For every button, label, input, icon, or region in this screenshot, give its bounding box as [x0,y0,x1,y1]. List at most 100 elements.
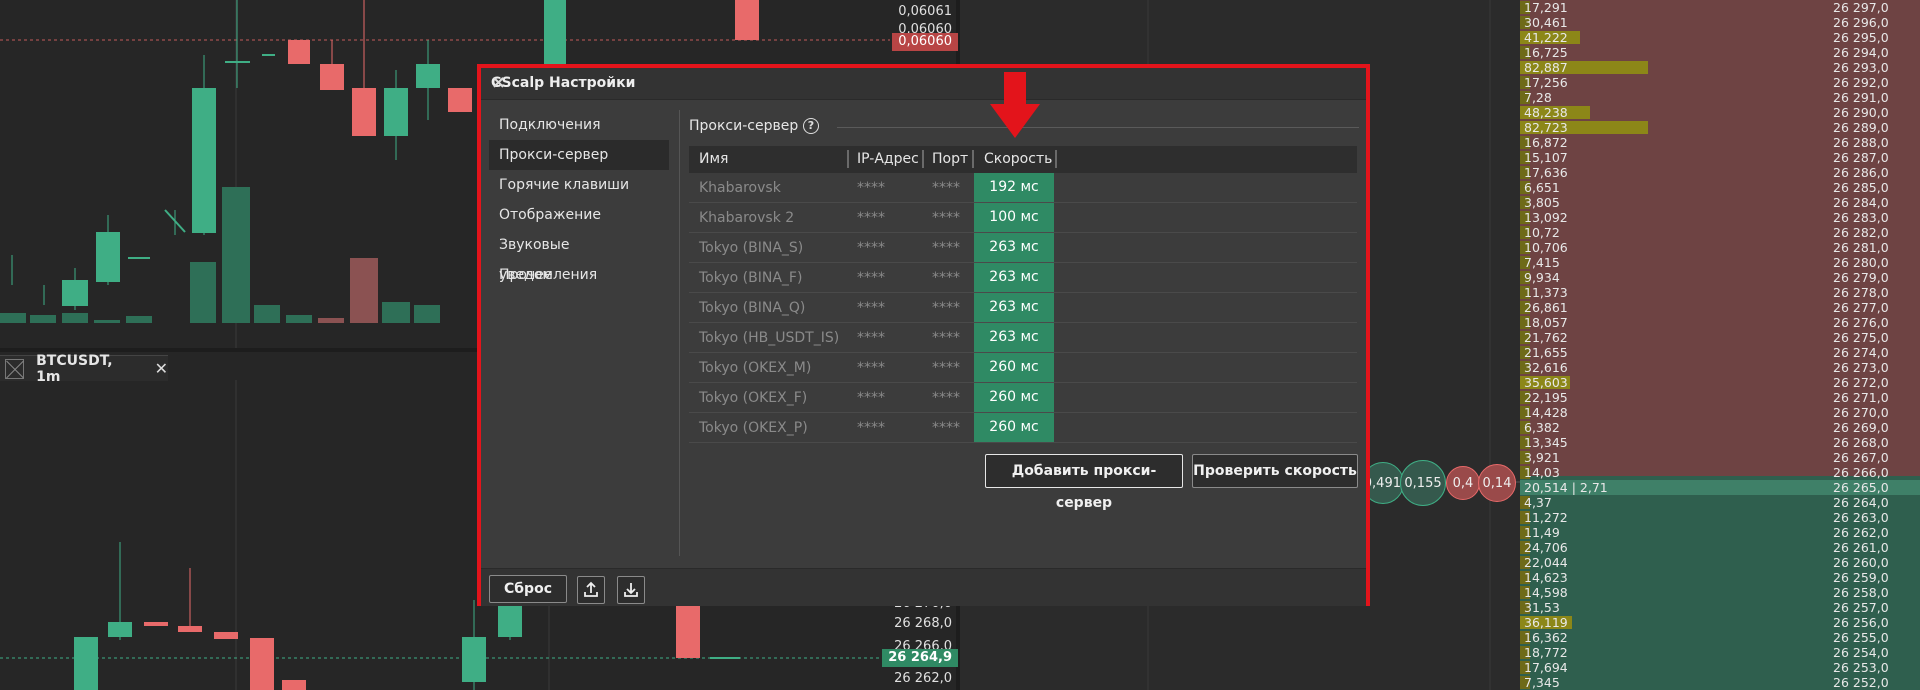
proxy-speed: 260 мс [974,413,1054,442]
order-book-row[interactable]: 3,921 26 267,0 [1520,450,1920,465]
order-book-row[interactable]: 32,616 26 273,0 [1520,360,1920,375]
export-button[interactable] [577,576,605,604]
order-volume: 48,238 [1524,105,1568,120]
table-row[interactable]: Tokyo (OKEX_P) **** **** 260 мс [689,413,1357,443]
proxy-speed: 263 мс [974,293,1054,322]
order-price: 26 288,0 [1833,135,1889,150]
order-price: 26 258,0 [1833,585,1889,600]
col-resize-handle[interactable] [1055,150,1057,168]
trade-bubble: 0,155 [1400,460,1446,506]
order-book-row[interactable]: 14,03 26 266,0 [1520,465,1920,480]
order-book-row[interactable]: 31,53 26 257,0 [1520,600,1920,615]
chart-close-box-icon[interactable] [5,358,25,379]
col-name[interactable]: Имя [699,151,728,167]
order-book-row[interactable]: 17,636 26 286,0 [1520,165,1920,180]
order-book-row[interactable]: 22,195 26 271,0 [1520,390,1920,405]
order-book-row[interactable]: 18,772 26 254,0 [1520,645,1920,660]
order-price: 26 283,0 [1833,210,1889,225]
order-book-row[interactable]: 14,598 26 258,0 [1520,585,1920,600]
order-book-row[interactable]: 7,28 26 291,0 [1520,90,1920,105]
col-resize-handle[interactable] [972,150,974,168]
nav-item-connections[interactable]: Подключения [489,110,669,140]
order-book-row[interactable]: 21,655 26 274,0 [1520,345,1920,360]
table-row[interactable]: Tokyo (BINA_S) **** **** 263 мс [689,233,1357,263]
order-book-row[interactable]: 22,044 26 260,0 [1520,555,1920,570]
order-book-row[interactable]: 10,72 26 282,0 [1520,225,1920,240]
order-book-row[interactable]: 3,805 26 284,0 [1520,195,1920,210]
order-book-row[interactable]: 13,345 26 268,0 [1520,435,1920,450]
order-book-row[interactable]: 17,694 26 253,0 [1520,660,1920,675]
order-book-row[interactable]: 20,514 | 2,71 26 265,0 [1520,480,1920,495]
nav-item-sound[interactable]: Звуковые уведомления [489,230,669,283]
table-row[interactable]: Khabarovsk **** **** 192 мс [689,173,1357,203]
table-row[interactable]: Tokyo (BINA_Q) **** **** 263 мс [689,293,1357,323]
nav-item-display[interactable]: Отображение [489,200,669,230]
nav-item-hotkeys[interactable]: Горячие клавиши [489,170,669,200]
section-title: Прокси-сервер [689,118,799,134]
order-volume: 14,428 [1524,405,1568,420]
table-row[interactable]: Tokyo (OKEX_F) **** **** 260 мс [689,383,1357,413]
order-book-row[interactable]: 16,725 26 294,0 [1520,45,1920,60]
reset-button[interactable]: Сброс [489,575,567,603]
download-icon [624,583,638,597]
order-book-row[interactable]: 82,723 26 289,0 [1520,120,1920,135]
current-price-label: 0,06060 [892,33,958,51]
col-resize-handle[interactable] [922,150,924,168]
close-icon[interactable]: × [491,72,1358,93]
order-volume: 13,345 [1524,435,1568,450]
order-book-row[interactable]: 9,934 26 279,0 [1520,270,1920,285]
order-book-row[interactable]: 10,706 26 281,0 [1520,240,1920,255]
order-book-row[interactable]: 14,623 26 259,0 [1520,570,1920,585]
col-resize-handle[interactable] [847,150,849,168]
order-book-row[interactable]: 11,373 26 278,0 [1520,285,1920,300]
order-book-row[interactable]: 21,762 26 275,0 [1520,330,1920,345]
order-book-row[interactable]: 17,256 26 292,0 [1520,75,1920,90]
order-book-row[interactable]: 36,119 26 256,0 [1520,615,1920,630]
col-speed[interactable]: Скорость [984,151,1052,167]
chart-tab-btcusdt[interactable]: BTCUSDT, 1m ✕ [0,353,168,385]
order-book-row[interactable]: 6,382 26 269,0 [1520,420,1920,435]
order-book-row[interactable]: 11,272 26 263,0 [1520,510,1920,525]
order-book-row[interactable]: 14,428 26 270,0 [1520,405,1920,420]
order-book-row[interactable]: 11,49 26 262,0 [1520,525,1920,540]
order-price: 26 263,0 [1833,510,1889,525]
order-book-row[interactable]: 16,872 26 288,0 [1520,135,1920,150]
order-book-row[interactable]: 82,887 26 293,0 [1520,60,1920,75]
order-book-row[interactable]: 7,415 26 280,0 [1520,255,1920,270]
order-book-row[interactable]: 41,222 26 295,0 [1520,30,1920,45]
order-book-row[interactable]: 35,603 26 272,0 [1520,375,1920,390]
order-volume: 11,373 [1524,285,1568,300]
order-book-row[interactable]: 24,706 26 261,0 [1520,540,1920,555]
order-book-row[interactable]: 4,37 26 264,0 [1520,495,1920,510]
order-book-row[interactable]: 7,345 26 252,0 [1520,675,1920,690]
nav-item-proxy[interactable]: Прокси-сервер [489,140,669,170]
help-icon[interactable]: ? [803,118,819,134]
order-price: 26 296,0 [1833,15,1889,30]
order-book-row[interactable]: 13,092 26 283,0 [1520,210,1920,225]
order-book-row[interactable]: 30,461 26 296,0 [1520,15,1920,30]
close-icon[interactable]: ✕ [155,359,168,378]
order-book-row[interactable]: 48,238 26 290,0 [1520,105,1920,120]
proxy-port: **** [932,330,960,346]
import-button[interactable] [617,576,645,604]
check-speed-button[interactable]: Проверить скорость [1192,454,1358,488]
col-ip[interactable]: IP-Адрес [857,151,919,167]
order-volume: 7,415 [1524,255,1560,270]
table-row[interactable]: Tokyo (HB_USDT_IS) **** **** 263 мс [689,323,1357,353]
order-book-row[interactable]: 6,651 26 285,0 [1520,180,1920,195]
table-row[interactable]: Tokyo (BINA_F) **** **** 263 мс [689,263,1357,293]
col-port[interactable]: Порт [932,151,968,167]
order-book-row[interactable]: 18,057 26 276,0 [1520,315,1920,330]
order-book-row[interactable]: 16,362 26 255,0 [1520,630,1920,645]
table-row[interactable]: Khabarovsk 2 **** **** 100 мс [689,203,1357,233]
order-book-row[interactable]: 15,107 26 287,0 [1520,150,1920,165]
proxy-name: Tokyo (OKEX_F) [699,390,808,406]
settings-dialog: CScalp Настройки × Подключения Прокси-се… [477,64,1370,606]
table-row[interactable]: Tokyo (OKEX_M) **** **** 260 мс [689,353,1357,383]
add-proxy-button[interactable]: Добавить прокси-сервер [985,454,1183,511]
proxy-port: **** [932,180,960,196]
order-book-row[interactable]: 26,861 26 277,0 [1520,300,1920,315]
order-price: 26 260,0 [1833,555,1889,570]
order-price: 26 253,0 [1833,660,1889,675]
order-book-row[interactable]: 17,291 26 297,0 [1520,0,1920,15]
